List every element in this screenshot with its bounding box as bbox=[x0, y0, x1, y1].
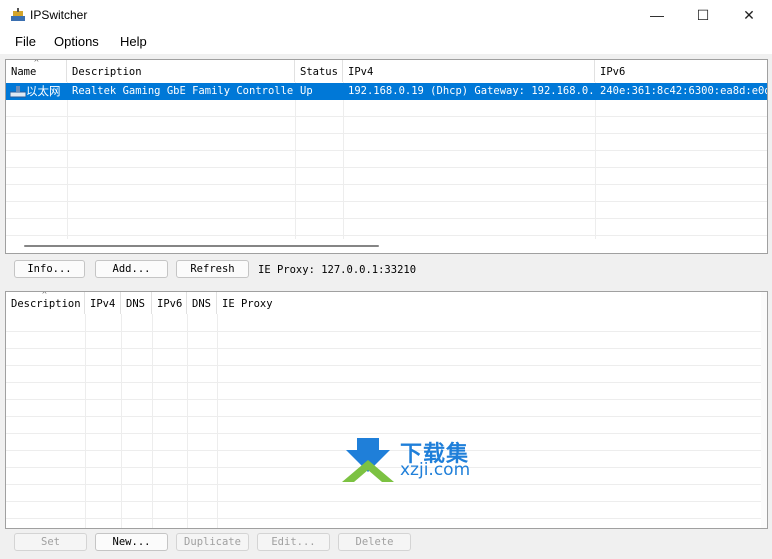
app-icon bbox=[11, 8, 25, 21]
table-row bbox=[6, 383, 767, 400]
table-row bbox=[6, 202, 767, 219]
col-profile-ipv4[interactable]: IPv4 bbox=[85, 292, 121, 314]
col-description[interactable]: Description bbox=[67, 60, 295, 82]
adapter-description: Realtek Gaming GbE Family Controller bbox=[72, 85, 295, 97]
col-profile-ie-proxy[interactable]: IE Proxy bbox=[217, 292, 757, 314]
adapter-ipv6: 240e:361:8c42:6300:ea8d:e0d6 bbox=[600, 85, 767, 97]
menu-options[interactable]: Options bbox=[54, 34, 99, 49]
delete-button[interactable]: Delete bbox=[338, 533, 411, 551]
adapter-ipv4: 192.168.0.19 (Dhcp) Gateway: 192.168.0.1 bbox=[348, 85, 595, 97]
profile-list-header: ^ Description IPv4 DNS IPv6 DNS IE Proxy bbox=[6, 292, 767, 314]
col-profile-description[interactable]: ^ Description bbox=[6, 292, 85, 314]
sort-asc-icon: ^ bbox=[34, 59, 39, 67]
table-row bbox=[6, 502, 767, 519]
table-row bbox=[6, 366, 767, 383]
table-row bbox=[6, 315, 767, 332]
col-profile-dns[interactable]: DNS bbox=[121, 292, 152, 314]
close-button[interactable]: ✕ bbox=[726, 0, 772, 30]
set-button[interactable]: Set bbox=[14, 533, 87, 551]
table-row bbox=[6, 400, 767, 417]
vertical-scrollbar[interactable] bbox=[761, 292, 767, 528]
col-name[interactable]: ^ Name bbox=[6, 60, 67, 82]
window-title: IPSwitcher bbox=[30, 8, 88, 22]
table-row bbox=[6, 185, 767, 202]
edit-button[interactable]: Edit... bbox=[257, 533, 330, 551]
table-row bbox=[6, 332, 767, 349]
col-status[interactable]: Status bbox=[295, 60, 343, 82]
table-row bbox=[6, 485, 767, 502]
menu-bar: File Options Help bbox=[0, 30, 772, 54]
refresh-button[interactable]: Refresh bbox=[176, 260, 249, 278]
scrollbar-thumb[interactable] bbox=[24, 245, 379, 247]
table-row bbox=[6, 417, 767, 434]
proxy-status: IE Proxy: 127.0.0.1:33210 bbox=[258, 264, 417, 276]
adapter-name: 以太网 bbox=[26, 84, 61, 98]
table-row bbox=[6, 100, 767, 117]
download-arrow-logo-icon bbox=[342, 438, 394, 482]
watermark: 下载集 xzji.com bbox=[340, 436, 490, 484]
duplicate-button[interactable]: Duplicate bbox=[176, 533, 249, 551]
col-profile-ipv6[interactable]: IPv6 bbox=[152, 292, 187, 314]
adapter-list-header: ^ Name Description Status IPv4 IPv6 bbox=[6, 60, 767, 82]
horizontal-scrollbar[interactable] bbox=[6, 239, 767, 253]
menu-file[interactable]: File bbox=[15, 34, 36, 49]
minimize-button[interactable]: — bbox=[634, 0, 680, 30]
table-row bbox=[6, 349, 767, 366]
table-row bbox=[6, 168, 767, 185]
adapter-list[interactable]: ^ Name Description Status IPv4 IPv6 以太网 … bbox=[5, 59, 768, 254]
title-bar: IPSwitcher — ☐ ✕ bbox=[0, 0, 772, 30]
col-ipv4[interactable]: IPv4 bbox=[343, 60, 595, 82]
table-row bbox=[6, 151, 767, 168]
col-ipv6[interactable]: IPv6 bbox=[595, 60, 767, 82]
table-row bbox=[6, 117, 767, 134]
profile-list[interactable]: ^ Description IPv4 DNS IPv6 DNS IE Proxy bbox=[5, 291, 768, 529]
adapter-status: Up bbox=[300, 85, 313, 97]
table-row bbox=[6, 134, 767, 151]
adapter-row-selected[interactable]: 以太网 Realtek Gaming GbE Family Controller… bbox=[6, 83, 767, 100]
watermark-domain-text: xzji.com bbox=[400, 460, 471, 480]
table-row bbox=[6, 219, 767, 236]
sort-asc-icon: ^ bbox=[42, 291, 47, 299]
add-button[interactable]: Add... bbox=[95, 260, 168, 278]
new-button[interactable]: New... bbox=[95, 533, 168, 551]
maximize-button[interactable]: ☐ bbox=[680, 0, 726, 30]
info-button[interactable]: Info... bbox=[14, 260, 85, 278]
col-profile-dns6[interactable]: DNS bbox=[187, 292, 217, 314]
menu-help[interactable]: Help bbox=[120, 34, 147, 49]
